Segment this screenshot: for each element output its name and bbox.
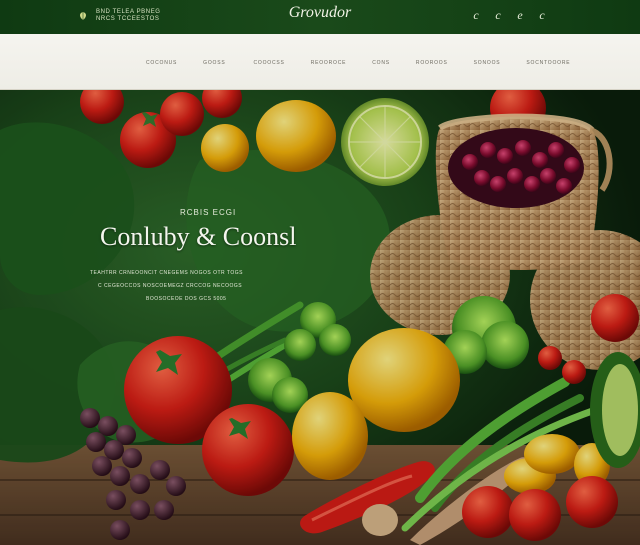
top-left-brandmark: BND TELEA PBNEG NRCS TCCEESTOS [78,9,162,23]
nav-item-8[interactable]: socntooore [526,60,570,66]
nav-item-3[interactable]: cooocss [254,60,285,66]
header-icon-3[interactable]: e [514,9,526,21]
header-icon-1[interactable]: c [470,9,482,21]
navigation-bar: coconus gooss cooocss reooroce cons roor… [0,34,640,90]
header-icon-4[interactable]: c [536,9,548,21]
leaf-icon [78,11,88,21]
top-header: BND TELEA PBNEG NRCS TCCEESTOS Grovudor … [0,0,640,34]
nav-item-4[interactable]: reooroce [311,60,347,66]
hero-vegetable-image [0,90,640,545]
nav-item-1[interactable]: coconus [146,60,177,66]
main-nav: coconus gooss cooocss reooroce cons roor… [146,60,570,66]
nav-item-2[interactable]: gooss [203,60,225,66]
nav-item-7[interactable]: sonoos [474,60,501,66]
brand-logo-text[interactable]: Grovudor [289,4,352,22]
header-tagline: BND TELEA PBNEG NRCS TCCEESTOS [96,9,161,22]
nav-item-5[interactable]: cons [372,60,390,66]
hero-section: RCBIS ECGI Conluby & Coonsl TEAHTRR CRNE… [0,90,640,545]
top-right-icons: c c e c [470,9,548,21]
nav-item-6[interactable]: rooroos [416,60,448,66]
header-icon-2[interactable]: c [492,9,504,21]
